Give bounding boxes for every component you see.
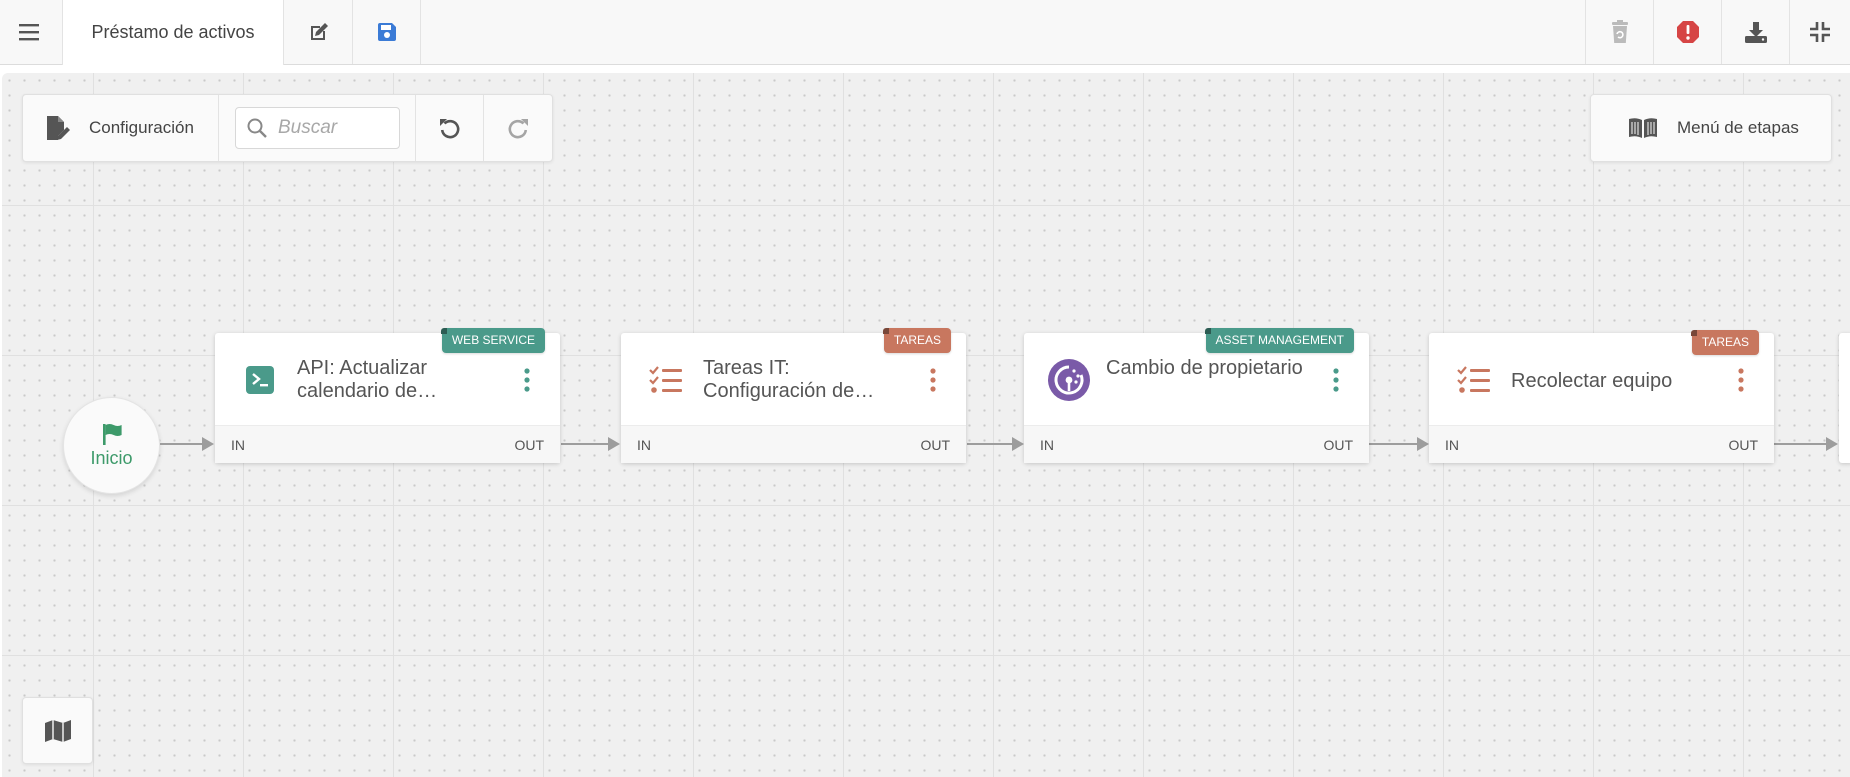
checklist-icon bbox=[1451, 357, 1497, 403]
start-node[interactable]: Inicio bbox=[63, 397, 160, 494]
errors-button[interactable] bbox=[1653, 0, 1721, 64]
menu-button[interactable] bbox=[0, 0, 58, 64]
input-port[interactable]: IN bbox=[231, 437, 245, 453]
stage-name: Recolectar equipo bbox=[1511, 370, 1673, 392]
kebab-icon bbox=[1333, 368, 1339, 392]
connector bbox=[1369, 437, 1429, 451]
stage-card[interactable]: ASSET MANAGEMENT Cambio de propietario I… bbox=[1024, 328, 1369, 463]
output-port[interactable]: OUT bbox=[1323, 437, 1353, 453]
output-port[interactable]: OUT bbox=[920, 437, 950, 453]
stage-card[interactable]: TAREAS Tareas IT: Configuración de… IN O… bbox=[621, 328, 966, 463]
connector bbox=[967, 437, 1024, 451]
tool-panel: Configuración bbox=[22, 94, 553, 162]
download-icon bbox=[1744, 22, 1767, 43]
stage-header: API: Actualizar calendario de… bbox=[215, 333, 560, 425]
configuration-label: Configuración bbox=[89, 118, 194, 137]
stage-options-button[interactable] bbox=[926, 365, 940, 395]
search-icon bbox=[247, 118, 267, 138]
search-box[interactable] bbox=[235, 107, 400, 149]
undo-button[interactable] bbox=[415, 95, 483, 161]
kebab-icon bbox=[1738, 368, 1744, 392]
save-icon bbox=[377, 23, 396, 41]
connector bbox=[1773, 437, 1838, 451]
connector bbox=[561, 437, 620, 451]
owner-icon bbox=[1046, 357, 1092, 403]
stage-name: Tareas IT: Configuración de… bbox=[703, 357, 875, 402]
input-port[interactable]: IN bbox=[637, 437, 651, 453]
stage-header: Tareas IT: Configuración de… bbox=[621, 333, 966, 425]
map-icon bbox=[44, 719, 71, 742]
kebab-icon bbox=[524, 368, 530, 392]
save-button[interactable] bbox=[353, 0, 421, 64]
stage-menu-label: Menú de etapas bbox=[1677, 118, 1799, 137]
stage-card[interactable]: WEB SERVICE API: Actualizar calendario d… bbox=[215, 328, 560, 463]
process-title: Préstamo de activos bbox=[91, 22, 255, 42]
stage-card-partial[interactable] bbox=[1839, 333, 1850, 463]
stage-header: Recolectar equipo bbox=[1429, 333, 1774, 425]
stage-ports: IN OUT bbox=[1024, 425, 1369, 463]
stage-name: Cambio de propietario bbox=[1106, 357, 1303, 379]
connector bbox=[160, 437, 214, 451]
stage-options-button[interactable] bbox=[1734, 365, 1748, 395]
menu-icon bbox=[19, 24, 39, 41]
terminal-icon bbox=[237, 357, 283, 403]
stage-name: API: Actualizar calendario de… bbox=[297, 357, 438, 402]
input-port[interactable]: IN bbox=[1445, 437, 1459, 453]
book-icon bbox=[1629, 118, 1657, 138]
stage-header: Cambio de propietario bbox=[1024, 333, 1369, 425]
restore-button[interactable] bbox=[1585, 0, 1653, 64]
output-port[interactable]: OUT bbox=[514, 437, 544, 453]
configuration-button[interactable]: Configuración bbox=[23, 95, 219, 161]
stage-ports: IN OUT bbox=[621, 425, 966, 463]
stage-card[interactable]: TAREAS Recolectar equipo IN OUT bbox=[1429, 330, 1774, 463]
top-toolbar: Préstamo de activos bbox=[0, 0, 1850, 65]
search-input[interactable] bbox=[276, 116, 390, 140]
redo-button[interactable] bbox=[483, 95, 552, 161]
process-title-tab[interactable]: Préstamo de activos bbox=[62, 0, 284, 65]
stage-options-button[interactable] bbox=[520, 365, 534, 395]
stage-options-button[interactable] bbox=[1329, 365, 1343, 395]
stage-menu-button[interactable]: Menú de etapas bbox=[1590, 94, 1832, 162]
output-port[interactable]: OUT bbox=[1728, 437, 1758, 453]
restore-trash-icon bbox=[1611, 20, 1628, 43]
minimap-button[interactable] bbox=[22, 697, 93, 764]
kebab-icon bbox=[930, 368, 936, 392]
stage-ports: IN OUT bbox=[215, 425, 560, 463]
redo-icon bbox=[508, 119, 528, 139]
edit-icon bbox=[310, 23, 328, 40]
collapse-icon bbox=[1810, 22, 1830, 42]
collapse-button[interactable] bbox=[1789, 0, 1850, 64]
start-label: Inicio bbox=[90, 448, 133, 468]
stage-ports: IN OUT bbox=[1429, 425, 1774, 463]
checklist-icon bbox=[643, 357, 689, 403]
flag-icon bbox=[102, 424, 122, 445]
undo-icon bbox=[439, 119, 459, 139]
file-edit-icon bbox=[47, 116, 70, 140]
edit-button[interactable] bbox=[285, 0, 353, 64]
download-button[interactable] bbox=[1721, 0, 1789, 64]
input-port[interactable]: IN bbox=[1040, 437, 1054, 453]
error-icon bbox=[1676, 21, 1699, 43]
